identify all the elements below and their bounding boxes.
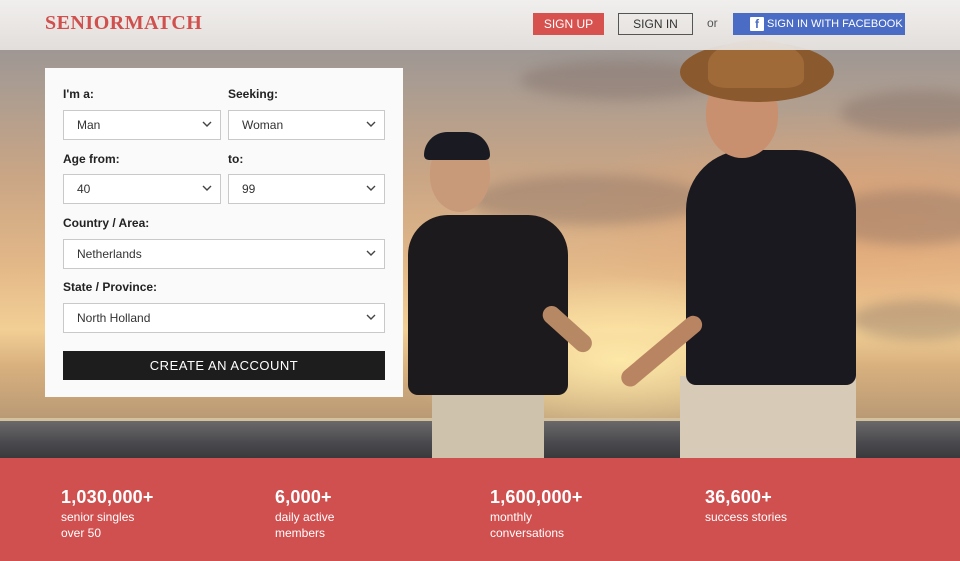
facebook-sign-in-label: SIGN IN WITH FACEBOOK	[767, 18, 903, 30]
chevron-down-icon	[202, 183, 212, 193]
country-value: Netherlands	[77, 247, 142, 261]
stats-bar: 1,030,000+ senior singles over 50 6,000+…	[0, 458, 960, 561]
chevron-down-icon	[366, 119, 376, 129]
sign-in-button[interactable]: SIGN IN	[618, 13, 693, 35]
stat-number: 1,600,000+	[490, 487, 583, 507]
logo[interactable]: SENIORMATCH	[45, 12, 202, 35]
chevron-down-icon	[366, 248, 376, 258]
age-to-value: 99	[242, 182, 256, 196]
chevron-down-icon	[366, 312, 376, 322]
country-label: Country / Area:	[63, 216, 150, 230]
im-a-select[interactable]: Man	[63, 110, 221, 140]
age-from-label: Age from:	[63, 152, 120, 166]
country-select[interactable]: Netherlands	[63, 239, 385, 269]
stat-description: monthly conversations	[490, 510, 565, 540]
man-figure	[408, 215, 568, 395]
create-account-button[interactable]: CREATE AN ACCOUNT	[63, 351, 385, 380]
stat-description: daily active members	[275, 510, 335, 540]
facebook-sign-in-button[interactable]: f SIGN IN WITH FACEBOOK	[733, 13, 905, 35]
age-from-value: 40	[77, 182, 91, 196]
stat-number: 6,000+	[275, 487, 332, 507]
stat-item: 1,600,000+ monthly conversations	[490, 487, 583, 541]
woman-figure	[686, 150, 856, 385]
chevron-down-icon	[366, 183, 376, 193]
im-a-value: Man	[77, 118, 101, 132]
top-header: SENIORMATCH SIGN UP SIGN IN or f SIGN IN…	[0, 0, 960, 50]
chevron-down-icon	[202, 119, 212, 129]
stat-number: 36,600+	[705, 487, 772, 507]
stat-item: 1,030,000+ senior singles over 50	[61, 487, 154, 541]
age-from-select[interactable]: 40	[63, 174, 221, 204]
state-label: State / Province:	[63, 280, 158, 294]
or-separator: or	[707, 16, 718, 30]
signup-form: I'm a: Man Seeking: Woman Age from: 40 t…	[45, 68, 403, 397]
sign-up-button[interactable]: SIGN UP	[533, 13, 604, 35]
stat-number: 1,030,000+	[61, 487, 154, 507]
facebook-icon: f	[750, 17, 764, 31]
state-select[interactable]: North Holland	[63, 303, 385, 333]
seeking-label: Seeking:	[228, 87, 279, 101]
age-to-select[interactable]: 99	[228, 174, 385, 204]
seeking-select[interactable]: Woman	[228, 110, 385, 140]
stat-description: senior singles over 50	[61, 510, 135, 540]
stat-item: 6,000+ daily active members	[275, 487, 334, 541]
im-a-label: I'm a:	[63, 87, 94, 101]
age-to-label: to:	[228, 152, 244, 166]
seeking-value: Woman	[242, 118, 284, 132]
stat-item: 36,600+ success stories	[705, 487, 787, 525]
stat-description: success stories	[705, 510, 788, 524]
state-value: North Holland	[77, 311, 151, 325]
